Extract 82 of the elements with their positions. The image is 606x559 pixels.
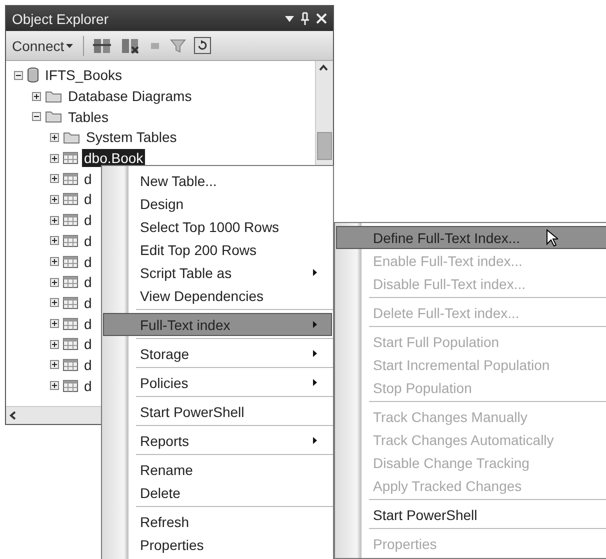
tree-item[interactable]: Tables [66, 108, 110, 126]
menu-item[interactable]: Define Full-Text Index... [336, 226, 606, 249]
menu-item[interactable]: View Dependencies [103, 284, 332, 307]
pin-icon[interactable] [300, 12, 310, 25]
expand-icon[interactable] [32, 92, 41, 101]
database-icon [27, 67, 39, 84]
table-icon [63, 296, 78, 309]
expand-icon[interactable] [50, 174, 59, 184]
tree-item[interactable]: IFTS_Books [43, 66, 124, 84]
table-icon [63, 380, 78, 392]
collapse-icon[interactable] [14, 70, 23, 80]
panel-title: Object Explorer [12, 10, 110, 26]
folder-icon [63, 130, 80, 144]
expand-icon[interactable] [50, 381, 59, 390]
menu-item[interactable]: Rename [103, 458, 332, 481]
tree-item[interactable]: d [82, 232, 94, 250]
expand-icon[interactable] [50, 216, 59, 225]
filter-icon[interactable] [170, 38, 186, 54]
close-icon[interactable] [316, 13, 327, 24]
menu-item[interactable]: Select Top 1000 Rows [103, 215, 332, 238]
expand-icon[interactable] [50, 154, 59, 163]
tree-item[interactable]: dbo.Book [82, 149, 146, 168]
submenu-arrow-icon [313, 379, 317, 386]
dropdown-icon[interactable] [285, 16, 294, 22]
tree-item[interactable]: d [82, 376, 94, 395]
table-icon [63, 318, 78, 330]
menu-item[interactable]: Reports [103, 429, 332, 452]
tree-item[interactable]: d [82, 335, 94, 354]
tree-item[interactable]: d [82, 273, 94, 292]
tree-item[interactable]: d [82, 190, 94, 208]
menu-item[interactable]: Start PowerShell [103, 400, 332, 423]
expand-icon[interactable] [50, 340, 59, 349]
scroll-thumb[interactable] [317, 132, 332, 160]
tree-item[interactable]: Database Diagrams [66, 87, 194, 106]
expand-icon[interactable] [50, 257, 59, 266]
menu-item[interactable]: Refresh [103, 510, 332, 533]
submenu-arrow-icon [313, 269, 317, 276]
menu-item[interactable]: Edit Top 200 Rows [103, 238, 332, 261]
expand-icon[interactable] [50, 236, 59, 246]
tree-item[interactable]: d [82, 356, 94, 374]
expand-icon[interactable] [50, 194, 59, 204]
collapse-icon[interactable] [32, 112, 41, 122]
table-icon [63, 214, 78, 226]
table-icon [63, 152, 78, 164]
table-icon [63, 256, 78, 268]
menu-item[interactable]: Policies [103, 371, 332, 394]
menu-item[interactable]: Storage [103, 342, 332, 365]
folder-icon [45, 90, 62, 103]
menu-item[interactable]: Script Table as [103, 261, 332, 284]
caret-icon [66, 44, 74, 48]
expand-icon[interactable] [50, 319, 59, 328]
table-icon [63, 234, 78, 247]
table-icon [63, 358, 78, 371]
submenu-arrow-icon [313, 350, 317, 357]
menu-item[interactable]: Design [103, 192, 332, 215]
table-icon [63, 193, 78, 206]
tree-item[interactable]: d [82, 314, 94, 333]
submenu-arrow-icon [313, 321, 317, 328]
server-connect-icon[interactable] [92, 36, 112, 54]
menu-item[interactable]: Properties [103, 533, 332, 556]
menu-item[interactable]: New Table... [103, 169, 332, 192]
tree-item[interactable]: d [82, 252, 94, 271]
menu-item[interactable]: Start PowerShell [336, 503, 606, 526]
expand-icon[interactable] [50, 298, 59, 308]
table-icon [63, 172, 78, 185]
cursor-icon [546, 229, 558, 247]
server-disconnect-icon[interactable] [120, 36, 140, 54]
tree-item[interactable]: System Tables [84, 128, 179, 146]
submenu-arrow-icon [313, 437, 317, 444]
menu-item[interactable]: Full-Text index [103, 313, 332, 336]
tree-item[interactable]: d [82, 170, 94, 188]
expand-icon[interactable] [50, 360, 59, 370]
table-icon [63, 276, 78, 288]
menu-item[interactable]: Delete [103, 481, 332, 504]
refresh-icon[interactable] [194, 37, 212, 54]
connect-button[interactable]: Connect [10, 38, 76, 54]
table-icon [63, 338, 78, 350]
expand-icon[interactable] [50, 278, 59, 287]
tree-item[interactable]: d [82, 211, 94, 230]
expand-icon[interactable] [50, 132, 59, 142]
tree-item[interactable]: d [82, 294, 94, 312]
folder-icon [45, 110, 62, 124]
